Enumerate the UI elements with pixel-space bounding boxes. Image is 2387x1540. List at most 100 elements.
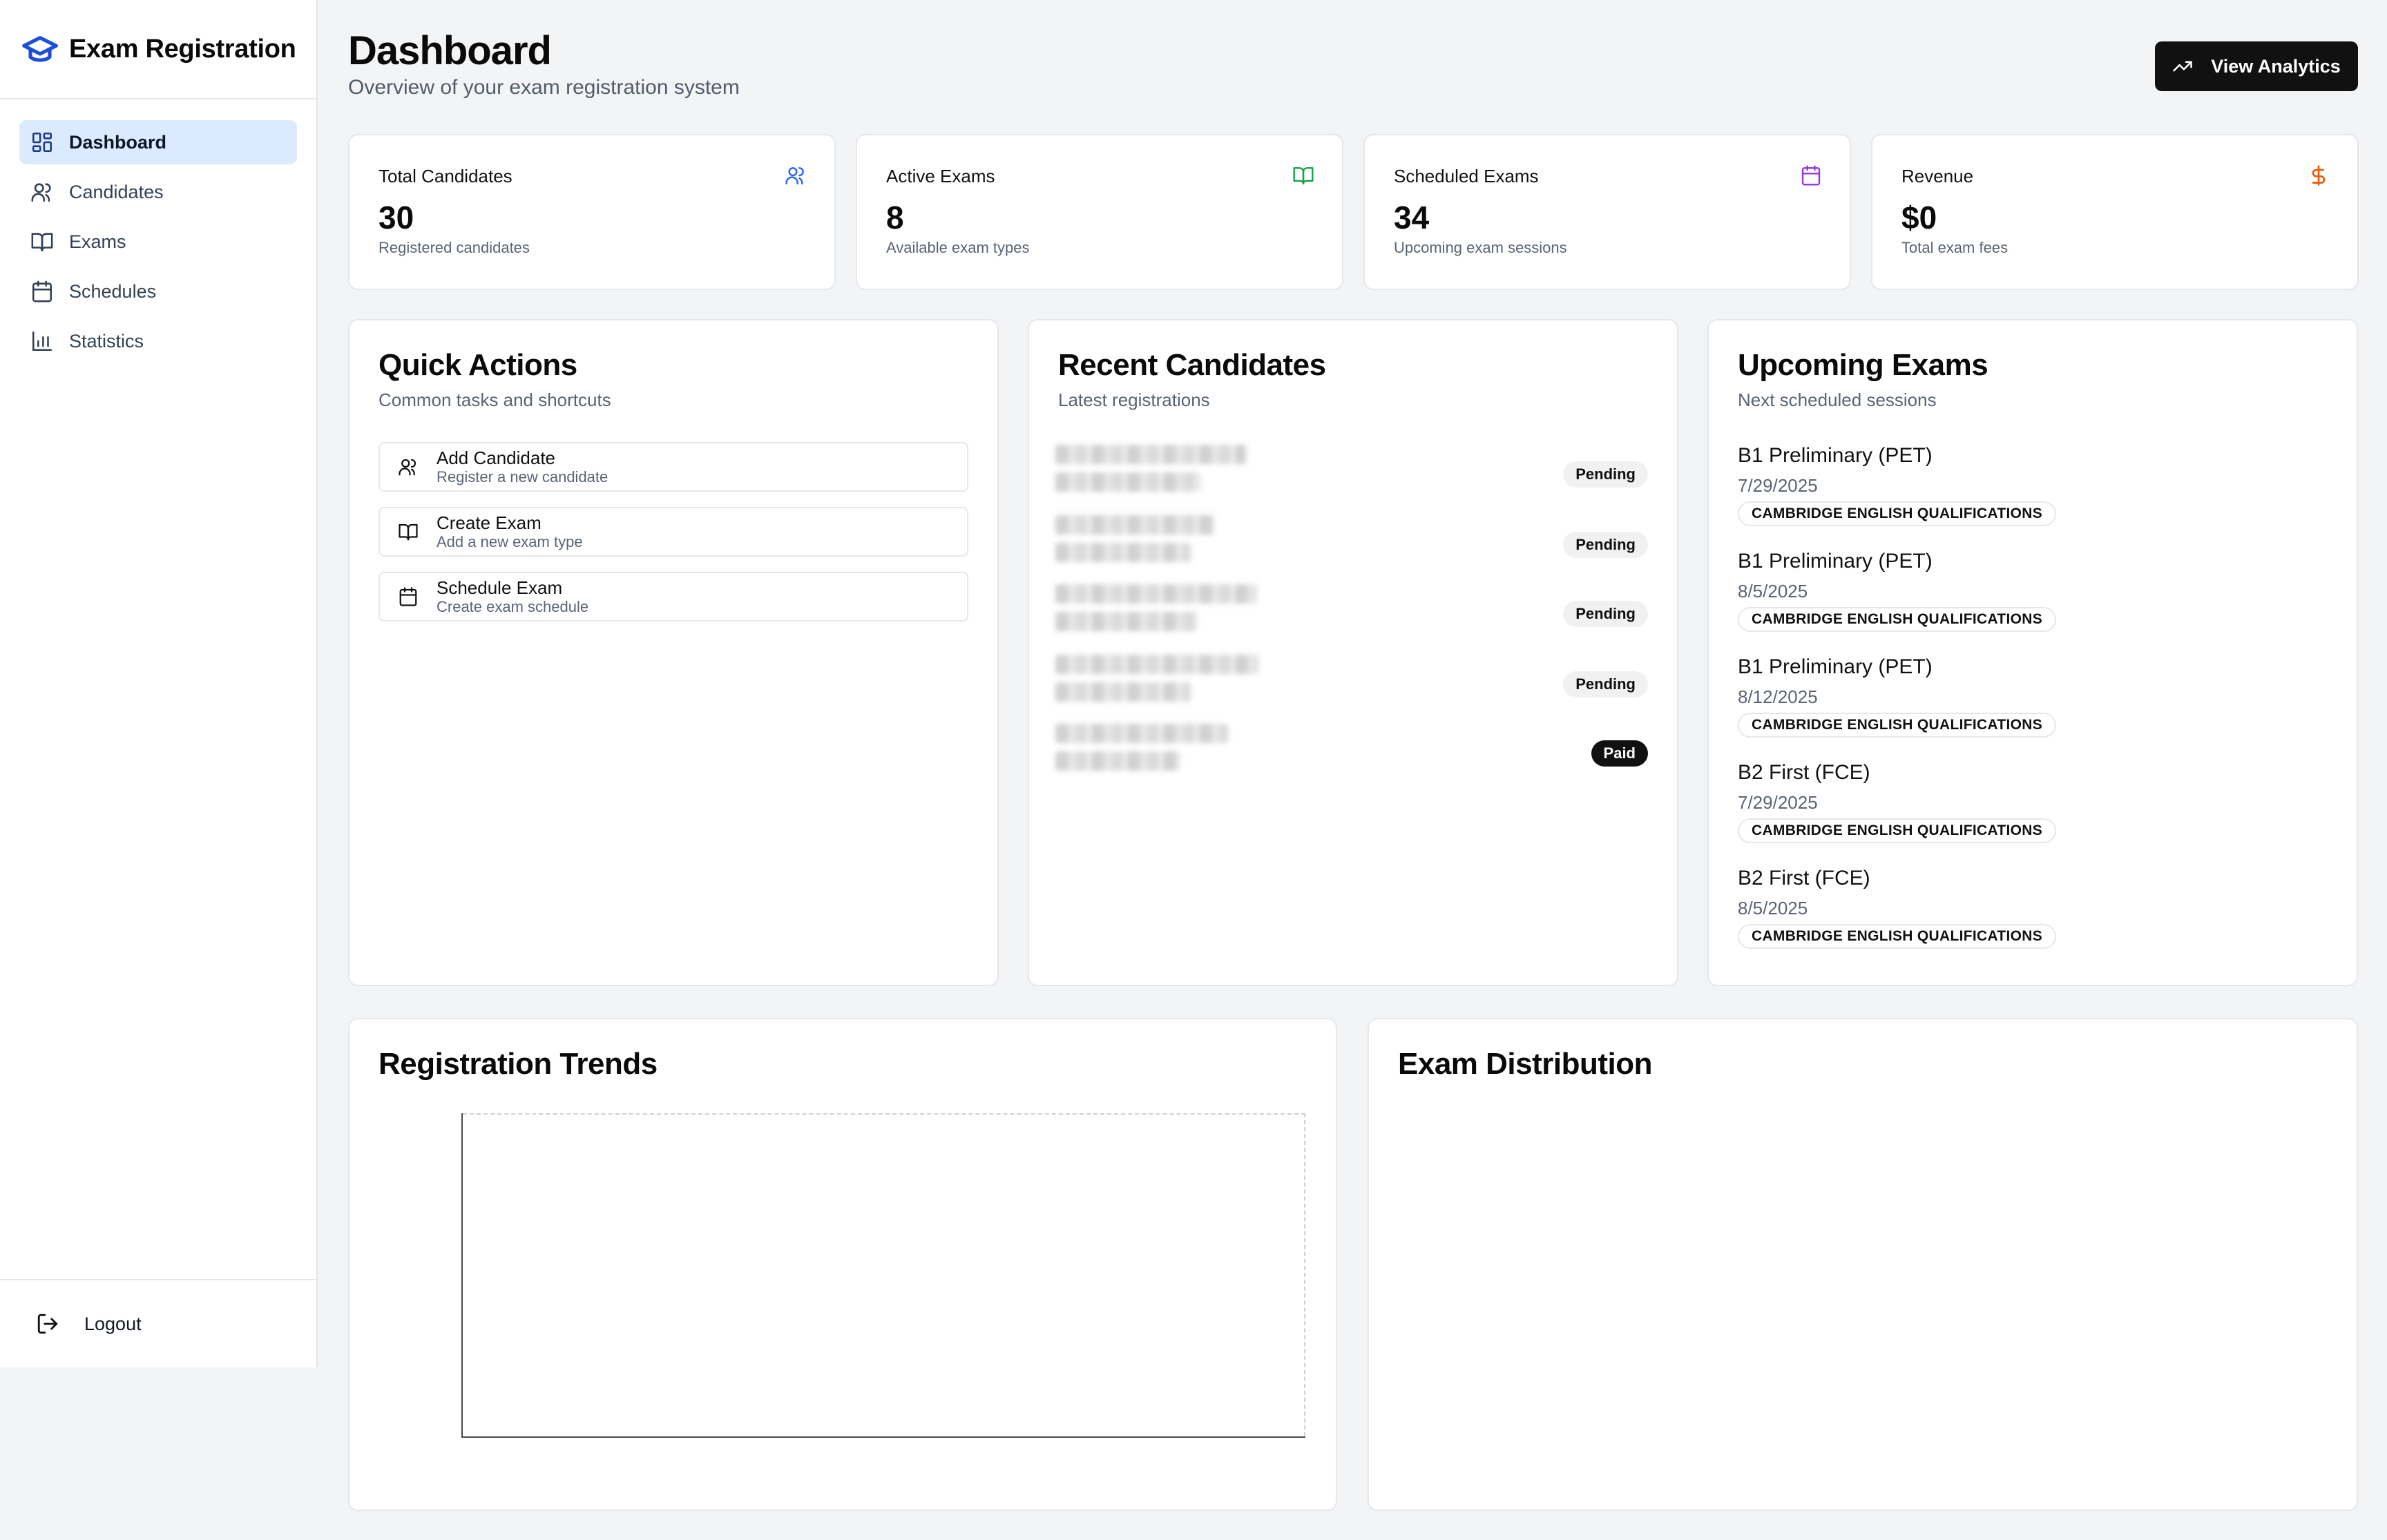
candidate-email-redacted xyxy=(1055,472,1200,492)
exam-name: B2 First (FCE) xyxy=(1738,867,1870,889)
sidebar-item-label: Candidates xyxy=(69,181,164,202)
calendar-icon xyxy=(1801,165,1821,186)
create-exam-button[interactable]: Create Exam Add a new exam type xyxy=(378,507,968,557)
stat-description: Registered candidates xyxy=(378,239,530,256)
exam-date: 8/5/2025 xyxy=(1738,581,1808,601)
exam-category-badge: CAMBRIDGE ENGLISH QUALIFICATIONS xyxy=(1738,818,2057,843)
book-icon xyxy=(399,523,418,541)
exam-category-badge: CAMBRIDGE ENGLISH QUALIFICATIONS xyxy=(1738,924,2057,949)
stat-label: Scheduled Exams xyxy=(1394,166,1539,186)
action-description: Register a new candidate xyxy=(437,468,608,485)
candidate-name-redacted xyxy=(1055,445,1246,464)
calendar-icon xyxy=(399,587,417,606)
candidate-name-redacted xyxy=(1055,515,1214,535)
view-analytics-label: View Analytics xyxy=(2211,55,2341,77)
upcoming-exams-subtitle: Next scheduled sessions xyxy=(1738,389,1937,410)
exam-category-badge: CAMBRIDGE ENGLISH QUALIFICATIONS xyxy=(1738,713,2057,738)
quick-actions-card: Quick Actions Common tasks and shortcuts… xyxy=(348,319,999,986)
exam-name: B1 Preliminary (PET) xyxy=(1738,655,1933,678)
stat-label: Total Candidates xyxy=(378,166,512,186)
recent-candidates-card: Recent Candidates Latest registrations P… xyxy=(1028,319,1678,986)
trending-up-icon xyxy=(2173,61,2192,72)
calendar-icon xyxy=(32,280,52,302)
logout-button[interactable]: Logout xyxy=(36,1312,142,1336)
sidebar-item-label: Statistics xyxy=(69,330,144,352)
sidebar-item-dashboard[interactable]: Dashboard xyxy=(19,120,297,164)
recent-candidates-subtitle: Latest registrations xyxy=(1058,389,1210,410)
main-content: Dashboard Overview of your exam registra… xyxy=(318,0,2387,1540)
app-title: Exam Registration xyxy=(69,34,296,64)
users-icon xyxy=(399,459,416,476)
sidebar-item-candidates[interactable]: Candidates xyxy=(19,170,297,214)
graduation-cap-icon xyxy=(22,36,58,62)
stat-label: Active Exams xyxy=(886,166,995,186)
page-subtitle: Overview of your exam registration syste… xyxy=(348,76,740,99)
stat-description: Total exam fees xyxy=(1901,239,2009,256)
exam-distribution-chart[interactable] xyxy=(1398,1109,2328,1481)
quick-actions-title: Quick Actions xyxy=(378,348,577,382)
upcoming-exams-card: Upcoming Exams Next scheduled sessions B… xyxy=(1707,319,2358,986)
upcoming-exam-item[interactable]: B1 Preliminary (PET) 8/12/2025 CAMBRIDGE… xyxy=(1738,655,2328,751)
candidate-email-redacted xyxy=(1055,751,1180,771)
candidate-name-redacted xyxy=(1055,724,1228,743)
logout-label: Logout xyxy=(84,1313,142,1334)
schedule-exam-button[interactable]: Schedule Exam Create exam schedule xyxy=(378,572,968,622)
upcoming-exams-title: Upcoming Exams xyxy=(1738,348,1988,382)
stat-card-total-candidates: Total Candidates 30 Registered candidate… xyxy=(348,134,836,290)
candidate-row[interactable]: Pending xyxy=(1055,512,1648,568)
stat-card-revenue: Revenue $0 Total exam fees xyxy=(1871,134,2359,290)
stat-value: 8 xyxy=(886,200,904,235)
sidebar-item-schedules[interactable]: Schedules xyxy=(19,269,297,314)
status-badge: Paid xyxy=(1591,740,1648,767)
action-title: Create Exam xyxy=(437,512,541,533)
exam-name: B1 Preliminary (PET) xyxy=(1738,444,1933,467)
stat-value: 30 xyxy=(378,200,414,235)
exam-date: 8/12/2025 xyxy=(1738,686,1818,707)
exam-distribution-title: Exam Distribution xyxy=(1398,1047,1653,1081)
status-badge: Pending xyxy=(1563,532,1648,558)
exam-date: 7/29/2025 xyxy=(1738,475,1818,496)
stat-card-scheduled-exams: Scheduled Exams 34 Upcoming exam session… xyxy=(1363,134,1851,290)
dashboard-icon xyxy=(32,132,52,153)
stat-description: Available exam types xyxy=(886,239,1030,256)
action-description: Add a new exam type xyxy=(437,533,583,550)
upcoming-exam-item[interactable]: B2 First (FCE) 7/29/2025 CAMBRIDGE ENGLI… xyxy=(1738,760,2328,857)
upcoming-exam-item[interactable]: B1 Preliminary (PET) 8/5/2025 CAMBRIDGE … xyxy=(1738,549,2328,646)
exam-date: 7/29/2025 xyxy=(1738,792,1818,813)
stat-card-active-exams: Active Exams 8 Available exam types xyxy=(856,134,1343,290)
users-icon xyxy=(785,167,804,185)
chart-grid xyxy=(463,1113,1305,1436)
candidate-row[interactable]: Pending xyxy=(1055,652,1648,707)
candidate-row[interactable]: Paid xyxy=(1055,721,1648,776)
exam-date: 8/5/2025 xyxy=(1738,898,1808,918)
upcoming-exam-item[interactable]: B1 Preliminary (PET) 7/29/2025 CAMBRIDGE… xyxy=(1738,443,2328,540)
recent-candidates-title: Recent Candidates xyxy=(1058,348,1326,382)
candidate-name-redacted xyxy=(1055,655,1258,674)
registration-trends-card: Registration Trends xyxy=(348,1018,1337,1511)
registration-trends-chart[interactable] xyxy=(461,1113,1305,1438)
sidebar-item-statistics[interactable]: Statistics xyxy=(19,319,297,363)
candidate-row[interactable]: Pending xyxy=(1055,581,1648,637)
stat-description: Upcoming exam sessions xyxy=(1394,239,1567,256)
bar-chart-icon xyxy=(32,331,52,352)
status-badge: Pending xyxy=(1563,601,1648,627)
users-icon xyxy=(31,183,51,202)
exam-distribution-card: Exam Distribution xyxy=(1368,1018,2358,1511)
upcoming-exam-item[interactable]: B2 First (FCE) 8/5/2025 CAMBRIDGE ENGLIS… xyxy=(1738,866,2328,963)
book-icon xyxy=(1293,167,1314,185)
stat-label: Revenue xyxy=(1901,166,1974,186)
candidate-email-redacted xyxy=(1055,682,1191,702)
candidate-email-redacted xyxy=(1055,543,1191,562)
registration-trends-title: Registration Trends xyxy=(378,1047,658,1081)
candidate-row[interactable]: Pending xyxy=(1055,442,1648,497)
logout-icon xyxy=(37,1313,58,1334)
brand[interactable]: Exam Registration xyxy=(0,0,316,99)
sidebar-nav: Dashboard Candidates Exams Schedules Sta… xyxy=(0,99,316,389)
add-candidate-button[interactable]: Add Candidate Register a new candidate xyxy=(378,442,968,492)
action-description: Create exam schedule xyxy=(437,598,589,615)
sidebar-item-label: Schedules xyxy=(69,280,157,302)
sidebar-item-exams[interactable]: Exams xyxy=(19,220,297,264)
sidebar-item-label: Dashboard xyxy=(69,131,167,153)
view-analytics-button[interactable]: View Analytics xyxy=(2155,41,2358,91)
sidebar-item-label: Exams xyxy=(69,231,126,252)
